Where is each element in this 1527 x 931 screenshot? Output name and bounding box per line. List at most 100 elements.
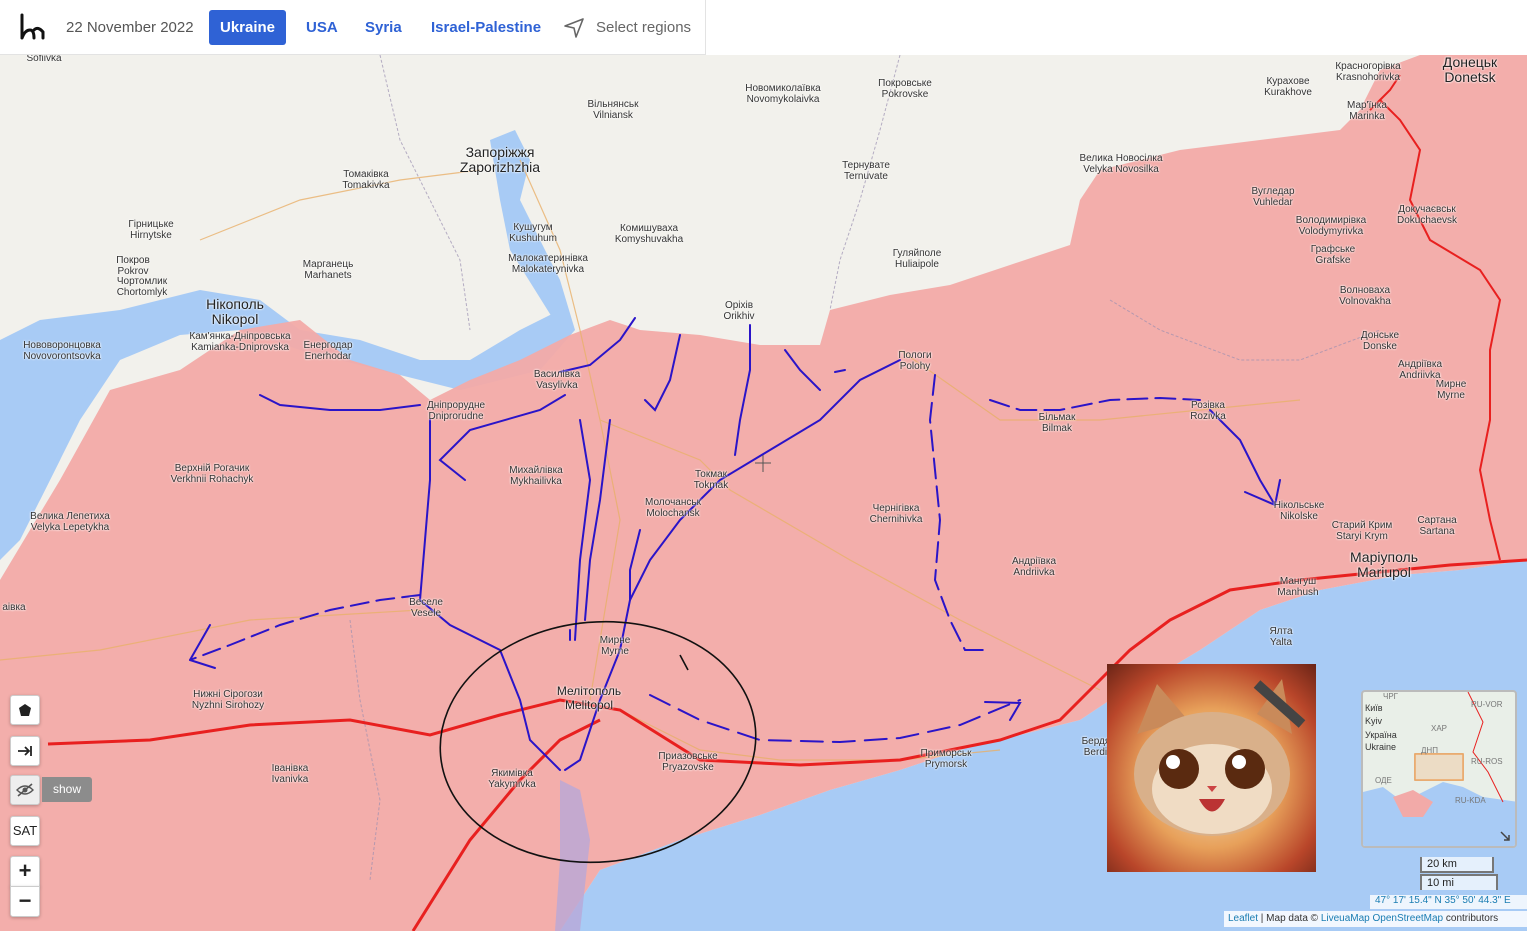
label-molochansk: Молочанськ Molochansk [645, 497, 701, 519]
label-myrne-2: Мирне Myrne [1435, 379, 1467, 401]
label-aivka: аівка [2, 602, 26, 613]
minimap-label-kyiv-en: Kyiv [1365, 716, 1383, 726]
date-label[interactable]: 22 November 2022 [66, 19, 194, 36]
label-nyzhni-sirohozy: Нижні Сірогози Nyzhni Sirohozy [191, 689, 265, 711]
tab-usa[interactable]: USA [306, 19, 338, 36]
label-melitopol: Мелітополь Melitopol [556, 684, 622, 712]
label-chortomlyk: Чортомлик Chortomlyk [116, 276, 168, 298]
label-volodymyrivka: Володимирівка Volodymyrivka [1295, 215, 1367, 237]
label-dokuchaievsk: Докучаєвськ Dokuchaevsk [1396, 204, 1458, 226]
label-velyka-novosilka: Велика Новосілка Velyka Novosilka [1079, 153, 1163, 175]
expand-button[interactable] [10, 736, 40, 766]
label-kushuhum: Кушугум Kushuhum [509, 222, 557, 244]
minimap-label-dnp: ДНП [1421, 746, 1438, 755]
label-yalta: Ялта Yalta [1269, 626, 1293, 648]
label-vesele: Веселе Vesele [409, 597, 443, 619]
zoom-out-button[interactable]: − [10, 886, 40, 917]
label-kurakhove: Курахове Kurakhove [1264, 76, 1312, 98]
draw-polygon-button[interactable] [10, 695, 40, 725]
label-marinka: Мар'їнка Marinka [1347, 100, 1387, 122]
satellite-toggle-button[interactable]: SAT [10, 816, 40, 846]
label-ivanivka: Іванівка Ivanivka [271, 763, 309, 785]
label-komyshuvakha: Комишуваха Komyshuvakha [614, 223, 684, 245]
label-pryazovske: Приазовське Pryazovske [658, 751, 718, 773]
label-rozivka: Розівка Rozivka [1190, 400, 1226, 422]
label-marhanets: Марганець Marhanets [302, 259, 354, 281]
select-regions-link[interactable]: Select regions [596, 19, 691, 36]
label-pokrovske: Покровське Pokrovske [878, 78, 932, 100]
scale-bar: 20 km 10 mi [1420, 857, 1500, 890]
attribution-contrib: contributors [1443, 913, 1499, 924]
label-mariupol: Маріуполь Mariupol [1349, 549, 1419, 580]
minimap[interactable]: ЧРГ RU-VOR Київ Kyiv ХАР Україна Ukraine… [1361, 690, 1517, 848]
label-donetsk: Донецьк Donetsk [1442, 55, 1498, 85]
liveuamap-logo-icon[interactable] [18, 12, 48, 42]
pentagon-icon [19, 704, 31, 716]
zoom-in-button[interactable]: + [10, 856, 40, 887]
tab-syria[interactable]: Syria [365, 19, 402, 36]
attribution: Leaflet | Map data © LiveuaMap OpenStree… [1224, 911, 1527, 927]
minimap-label-khar: ХАР [1431, 724, 1448, 733]
scale-imperial: 10 mi [1420, 874, 1498, 890]
label-andriivka-2: Андріївка Andriivka [1397, 359, 1443, 381]
label-krasnohorivka: Красногорівка Krasnohorivka [1335, 61, 1401, 83]
label-vilniansk: Вільнянськ Vilniansk [587, 99, 639, 121]
label-enerhodar: Енергодар Enerhodar [303, 340, 353, 362]
label-andriivka: Андріївка Andriivka [1011, 556, 1057, 578]
label-nikopol: Нікополь Nikopol [206, 296, 264, 327]
show-button[interactable]: show [42, 777, 92, 802]
osm-link[interactable]: OpenStreetMap [1373, 913, 1444, 924]
label-bilmak: Більмак Bilmak [1038, 412, 1076, 434]
label-sofiivka: Sofiivka [26, 55, 62, 64]
attribution-sep: | Map data © [1258, 913, 1321, 924]
liveuamap-link[interactable]: LiveuaMap [1321, 913, 1370, 924]
label-vuhledar: Вугледар Vuhledar [1251, 186, 1295, 208]
label-pokrov: Покров Pokrov [116, 255, 150, 277]
minimap-label-ode: ОДЕ [1375, 776, 1392, 785]
label-volnovakha: Волновахa Volnovakha [1339, 285, 1391, 307]
cat-sticker-image [1107, 664, 1316, 872]
label-vasylivka: Василівка Vasylivka [533, 369, 581, 391]
label-dniprorudne: Дніпрорудне Dniprorudne [426, 400, 486, 422]
minimap-label-ru-ros: RU-ROS [1471, 757, 1503, 766]
label-nikolske: Нікольське Nikolske [1273, 500, 1325, 522]
label-hirnytske: Гірницьке Hirnytske [128, 219, 174, 241]
label-velyka-lepetykha: Велика Лепетиха Velyka Lepetykha [30, 511, 110, 533]
navigation-arrow-icon[interactable] [563, 17, 585, 39]
label-donske: Донське Donske [1360, 330, 1400, 352]
label-tomakivka: Томаківка Tomakivka [342, 169, 390, 191]
label-tokmak: Токмак Tokmak [693, 469, 729, 491]
label-polohy: Пологи Polohy [898, 350, 932, 372]
minimap-label-ukraine: Ukraine [1365, 742, 1397, 752]
minimap-label-ukraina: Україна [1365, 730, 1397, 740]
label-manhush: Мангуш Manhush [1277, 576, 1319, 598]
label-huliaipole: Гуляйполе Huliaipole [892, 248, 942, 270]
scale-metric: 20 km [1420, 857, 1494, 873]
leaflet-link[interactable]: Leaflet [1228, 913, 1258, 924]
label-myrne: Мирне Myrne [599, 635, 631, 657]
label-mykhailivka: Михайлівка Mykhailivka [509, 465, 563, 487]
label-ternuvate: Тернувате Ternuvate [842, 160, 890, 182]
label-yakymivka: Якимівка Yakymivka [488, 768, 536, 790]
tab-ukraine[interactable]: Ukraine [209, 10, 287, 45]
minimap-label-chrg: ЧРГ [1383, 692, 1398, 701]
minimap-label-kyiv-uk: Київ [1365, 703, 1383, 713]
tab-israel-palestine[interactable]: Israel-Palestine [431, 19, 541, 36]
label-verkhnii-rohachyk: Верхній Рогачик Verkhnii Rohachyk [170, 463, 254, 485]
label-prymorsk: Приморськ Prymorsk [920, 748, 972, 770]
minimap-label-ru-kda: RU-KDA [1455, 796, 1486, 805]
cursor-coordinates: 47° 17' 15.4" N 35° 50' 44.3" E [1370, 895, 1527, 909]
hide-layers-button[interactable] [10, 775, 40, 805]
label-sartana: Сартана Sartana [1417, 515, 1457, 537]
minimap-label-ru-vor: RU-VOR [1471, 700, 1503, 709]
label-chernihivka: Чернігівка Chernihivka [869, 503, 923, 525]
eye-off-icon [16, 783, 34, 797]
minimap-toggle-icon[interactable] [1499, 830, 1511, 842]
label-novovorontsovka: Нововоронцовка Novovorontsovka [23, 340, 101, 362]
label-kamianka: Кам'янка-Дніпровська Kamianka-Dniprovska [189, 331, 291, 353]
arrow-right-bar-icon [18, 746, 32, 756]
label-orikhiv: Оріхів Orikhiv [723, 300, 755, 322]
label-staryi-krym: Старий Крим Staryi Krym [1331, 520, 1393, 542]
label-grafske: Графське Grafske [1310, 244, 1356, 266]
label-malokaterynivka: Малокатеринівка Malokaterynivka [508, 253, 588, 275]
